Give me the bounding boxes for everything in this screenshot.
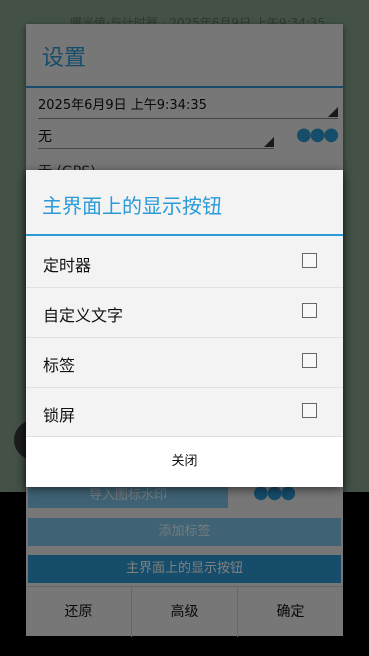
option-label: 定时器: [43, 256, 92, 275]
option-row-custom-text[interactable]: 自定义文字: [26, 288, 343, 338]
close-button[interactable]: 关闭: [26, 436, 343, 487]
checkbox[interactable]: [302, 303, 317, 318]
option-label: 标签: [43, 356, 76, 375]
option-label: 锁屏: [43, 406, 76, 425]
option-list: 定时器 自定义文字 标签 锁屏: [26, 238, 343, 438]
option-row-label[interactable]: 标签: [26, 338, 343, 388]
dialog-title: 主界面上的显示按钮: [42, 194, 222, 218]
checkbox[interactable]: [302, 403, 317, 418]
main-buttons-dialog: 主界面上的显示按钮 定时器 自定义文字 标签 锁屏 关闭: [26, 170, 343, 487]
option-row-lock-screen[interactable]: 锁屏: [26, 388, 343, 438]
option-label: 自定义文字: [43, 306, 124, 325]
option-row-timer[interactable]: 定时器: [26, 238, 343, 288]
checkbox[interactable]: [302, 253, 317, 268]
checkbox[interactable]: [302, 353, 317, 368]
dialog-title-divider: [26, 234, 343, 236]
